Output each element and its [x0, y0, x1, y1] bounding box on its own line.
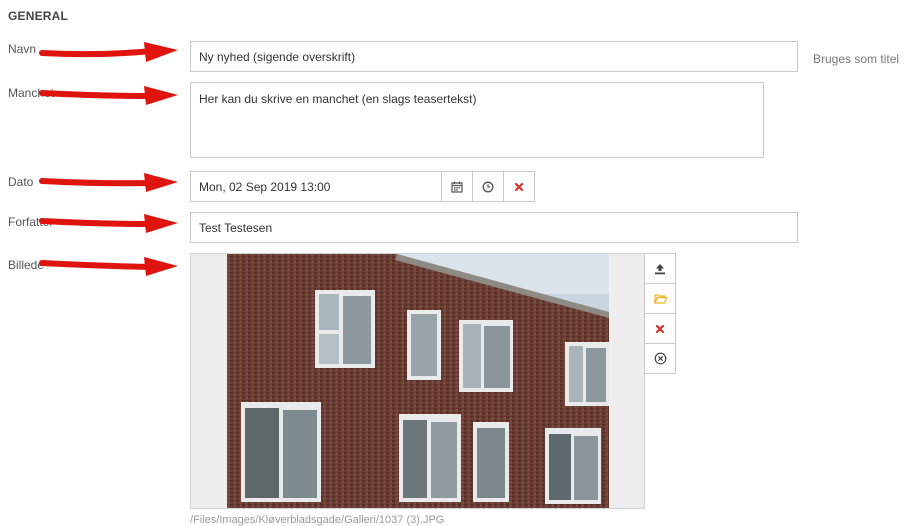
navn-label: Navn [8, 42, 37, 56]
building-photo [227, 254, 609, 508]
upload-button[interactable] [644, 253, 676, 284]
x-icon [655, 324, 665, 333]
clear-image-button[interactable] [644, 343, 676, 374]
dato-label: Dato [8, 175, 34, 189]
dato-input[interactable]: Mon, 02 Sep 2019 13:00 [190, 171, 442, 202]
clock-button[interactable] [472, 171, 504, 202]
annotation-arrow-billede [39, 257, 178, 276]
manchet-textarea[interactable]: Her kan du skrive en manchet (en slags t… [190, 82, 764, 158]
calendar-button[interactable] [441, 171, 473, 202]
forfatter-input[interactable]: Test Testesen [190, 212, 798, 243]
section-title: GENERAL [8, 9, 69, 23]
annotation-arrow-manchet [39, 86, 178, 105]
calendar-icon [451, 181, 463, 193]
circle-x-icon [654, 352, 666, 365]
annotation-arrow-forfatter [39, 214, 178, 233]
remove-image-button[interactable] [644, 313, 676, 344]
x-icon [514, 182, 524, 191]
annotation-arrow-dato [39, 173, 178, 192]
billede-label: Billede [8, 258, 45, 272]
image-preview-frame [190, 253, 645, 509]
image-path: /Files/Images/Kløverbladsgade/Galleri/10… [190, 514, 445, 526]
navn-helper-text: Bruges som titel [813, 52, 900, 66]
clock-icon [482, 181, 494, 192]
upload-icon [655, 263, 665, 274]
navn-input[interactable]: Ny nyhed (sigende overskrift) [190, 41, 798, 72]
annotation-arrow-navn [39, 42, 178, 62]
browse-folder-button[interactable] [644, 283, 676, 314]
clear-date-button[interactable] [503, 171, 535, 202]
folder-icon [653, 294, 667, 304]
